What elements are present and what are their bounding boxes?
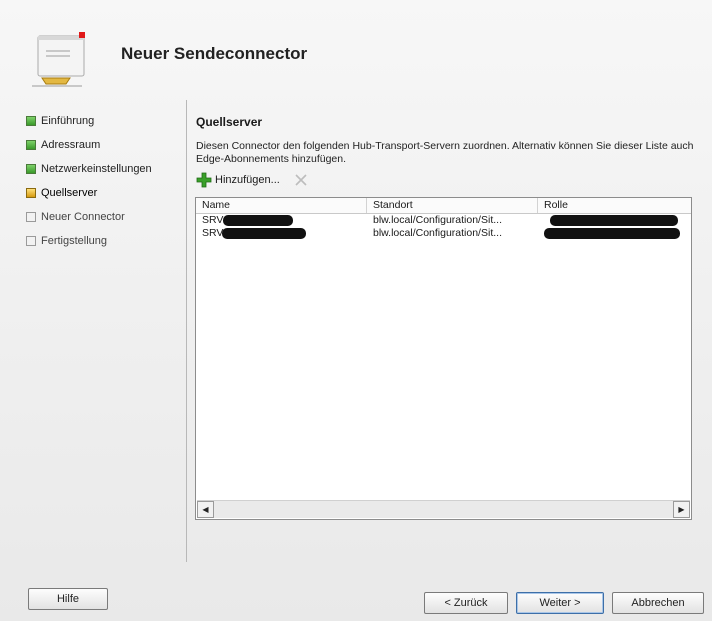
step-item-quellserver: Quellserver: [26, 184, 186, 202]
next-button[interactable]: Weiter >: [516, 592, 604, 614]
redaction-mark: [544, 228, 680, 239]
send-connector-icon: [24, 28, 90, 90]
column-header-name[interactable]: Name: [196, 198, 367, 213]
step-item-fertigstellung: Fertigstellung: [26, 232, 186, 250]
step-label: Fertigstellung: [41, 235, 108, 247]
cell-name: SRV: [196, 214, 367, 227]
cancel-button[interactable]: Abbrechen: [612, 592, 704, 614]
add-button[interactable]: Hinzufügen...: [196, 172, 280, 188]
horizontal-scrollbar[interactable]: ◀ ▶: [197, 500, 690, 518]
cell-standort: blw.local/Configuration/Sit...: [373, 227, 502, 239]
list-header: Name Standort Rolle: [196, 198, 691, 214]
redaction-mark: [223, 215, 293, 226]
step-pending-icon: [26, 236, 36, 246]
step-item-netzwerkeinstellungen: Netzwerkeinstellungen: [26, 160, 186, 178]
step-complete-icon: [26, 116, 36, 126]
step-label: Netzwerkeinstellungen: [41, 163, 152, 175]
column-header-standort[interactable]: Standort: [367, 198, 538, 213]
redaction-mark: [550, 215, 678, 226]
add-icon: [196, 172, 212, 188]
cell-rolle: [538, 214, 691, 227]
step-label: Adressraum: [41, 139, 101, 151]
step-label: Neuer Connector: [41, 211, 125, 223]
list-toolbar: Hinzufügen...: [196, 172, 308, 188]
section-title: Quellserver: [196, 115, 263, 129]
delete-icon[interactable]: [294, 173, 308, 187]
step-label: Einführung: [41, 115, 95, 127]
step-item-neuer-connector: Neuer Connector: [26, 208, 186, 226]
step-label: Quellserver: [41, 187, 98, 199]
scroll-right-icon[interactable]: ▶: [673, 501, 690, 518]
redaction-mark: [222, 228, 306, 239]
scroll-left-icon[interactable]: ◀: [197, 501, 214, 518]
table-row[interactable]: SRV blw.local/Configuration/Sit...: [196, 227, 691, 240]
panel-divider: [186, 100, 187, 562]
back-button[interactable]: < Zurück: [424, 592, 508, 614]
step-navigation: Einführung Adressraum Netzwerkeinstellun…: [26, 112, 186, 256]
step-current-icon: [26, 188, 36, 198]
help-button[interactable]: Hilfe: [28, 588, 108, 610]
add-button-label: Hinzufügen...: [215, 174, 280, 186]
cell-standort: blw.local/Configuration/Sit...: [373, 214, 502, 226]
step-item-adressraum: Adressraum: [26, 136, 186, 154]
section-description: Diesen Connector den folgenden Hub-Trans…: [196, 140, 694, 165]
step-pending-icon: [26, 212, 36, 222]
server-list[interactable]: Name Standort Rolle SRV blw.local/Config…: [195, 197, 692, 520]
table-row[interactable]: SRV blw.local/Configuration/Sit...: [196, 214, 691, 227]
step-complete-icon: [26, 164, 36, 174]
cell-name: SRV: [196, 227, 367, 240]
wizard-title: Neuer Sendeconnector: [121, 44, 308, 63]
column-header-rolle[interactable]: Rolle: [538, 198, 691, 213]
scroll-track[interactable]: [214, 501, 673, 518]
cell-rolle: [538, 227, 691, 240]
step-item-einfuehrung: Einführung: [26, 112, 186, 130]
step-complete-icon: [26, 140, 36, 150]
